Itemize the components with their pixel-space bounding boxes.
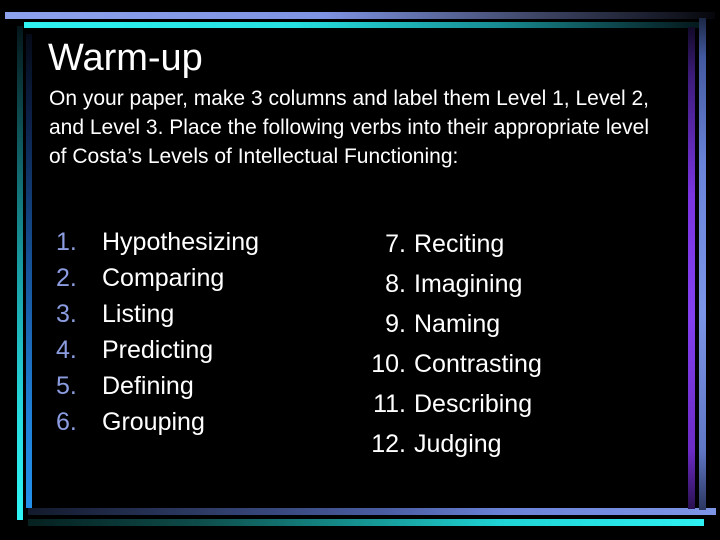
list-item: 6. Grouping <box>56 404 356 440</box>
list-item: 12. Judging <box>368 424 658 464</box>
list-item-label: Listing <box>102 300 175 328</box>
frame-top-outer-bar <box>5 12 715 19</box>
frame-bottom-outer-bar <box>28 508 716 515</box>
list-item-number: 6. <box>56 408 77 436</box>
list-item-label: Predicting <box>102 336 214 364</box>
list-item-number: 7. <box>385 230 406 258</box>
list-item-number: 8. <box>385 270 406 298</box>
frame-left-outer-bar <box>17 26 23 520</box>
list-item-number: 10. <box>371 350 406 378</box>
frame-right-inner-bar <box>688 27 695 509</box>
right-column-list: 7. Reciting 8. Imagining 9. Naming 10. C… <box>368 224 658 464</box>
list-item-label: Comparing <box>102 264 225 292</box>
frame-right-outer-bar <box>699 18 706 510</box>
list-item-number: 4. <box>56 336 77 364</box>
list-item: 10. Contrasting <box>368 344 658 384</box>
left-column-list: 1. Hypothesizing 2. Comparing 3. Listing… <box>56 224 356 440</box>
list-item: 7. Reciting <box>368 224 658 264</box>
list-item: 11. Describing <box>368 384 658 424</box>
list-item-label: Reciting <box>414 230 505 258</box>
list-item-label: Naming <box>414 310 501 338</box>
list-item: 5. Defining <box>56 368 356 404</box>
list-item-number: 1. <box>56 228 77 256</box>
list-item: 4. Predicting <box>56 332 356 368</box>
list-item-number: 12. <box>371 430 406 458</box>
slide-title: Warm-up <box>48 37 203 79</box>
list-item-label: Imagining <box>414 270 523 298</box>
list-item: 2. Comparing <box>56 260 356 296</box>
list-item: 3. Listing <box>56 296 356 332</box>
list-item-label: Describing <box>414 390 533 418</box>
list-item-number: 2. <box>56 264 77 292</box>
slide-canvas: Warm-up On your paper, make 3 columns an… <box>0 0 720 540</box>
list-item: 9. Naming <box>368 304 658 344</box>
frame-left-inner-bar <box>26 34 32 508</box>
list-item-number: 3. <box>56 300 77 328</box>
list-item-label: Hypothesizing <box>102 228 260 256</box>
list-item: 8. Imagining <box>368 264 658 304</box>
slide-intro-text: On your paper, make 3 columns and label … <box>49 87 650 168</box>
list-item-number: 9. <box>385 310 406 338</box>
frame-bottom-inner-bar <box>28 519 704 526</box>
list-item-label: Judging <box>414 430 502 458</box>
frame-top-inner-bar <box>24 22 702 28</box>
list-item-number: 5. <box>56 372 77 400</box>
list-item-label: Defining <box>102 372 194 400</box>
list-item-label: Contrasting <box>414 350 542 378</box>
list-item: 1. Hypothesizing <box>56 224 356 260</box>
list-item-label: Grouping <box>102 408 205 436</box>
list-item-number: 11. <box>373 390 406 418</box>
